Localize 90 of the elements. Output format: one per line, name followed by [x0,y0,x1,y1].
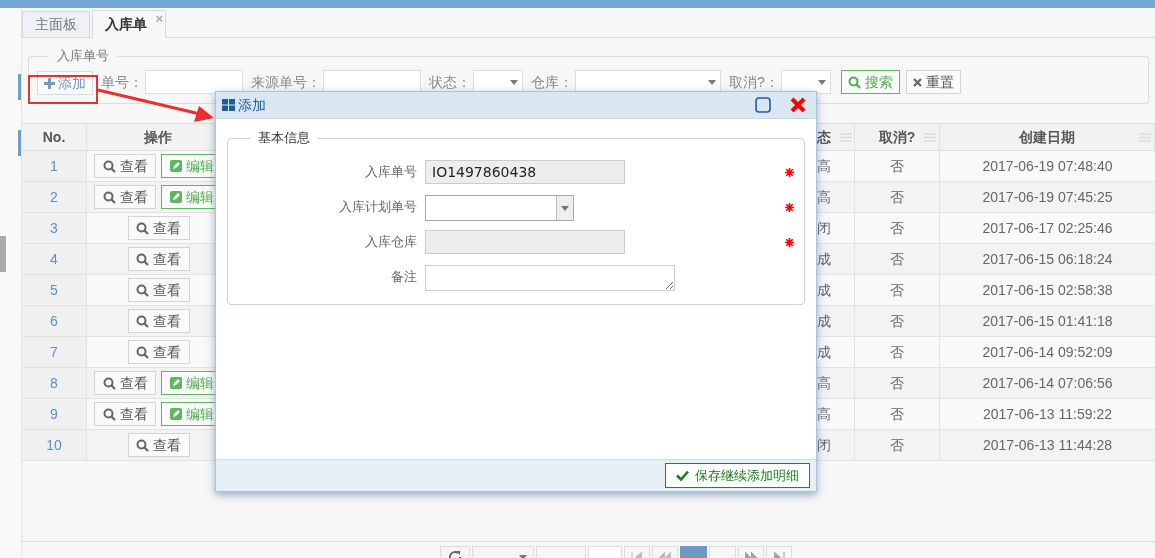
pencil-icon [170,377,182,389]
row-number: 5 [22,275,87,305]
save-button[interactable]: 保存继续添加明细 [665,463,810,488]
required-icon [785,238,794,247]
required-icon [785,168,794,177]
view-button[interactable]: 查看 [127,433,190,457]
tab[interactable]: 入库单 × [92,10,166,38]
table-cell-text: 2017-06-19 07:48:40 [981,156,1114,176]
row-number: 1 [22,151,87,181]
table-cell-text: 2017-06-13 11:44:28 [982,435,1113,455]
view-button[interactable]: 查看 [94,402,156,426]
search-icon [102,407,116,421]
search-icon [847,75,861,89]
reset-button[interactable]: 重置 [905,70,961,94]
form-label: 入库仓库 [364,233,418,251]
row-number: 7 [22,337,87,367]
table-cell-text: 2017-06-17 02:25:46 [981,218,1114,238]
dialog-title: 添加 [238,95,267,115]
column-header: 创建日期 [1019,127,1075,147]
table-cell: 否 [855,213,940,243]
table-cell-text: 2017-06-15 02:58:38 [981,280,1114,300]
pencil-icon [170,408,182,420]
column-header: No. [42,127,66,147]
caret-icon [817,79,826,85]
table-cell: 否 [855,151,940,181]
form-label: 入库单号 [364,163,418,181]
table-cell-text: 2017-06-14 07:06:56 [981,373,1114,393]
view-button[interactable]: 查看 [127,340,190,364]
search-icon [102,190,116,204]
filter-label: 单号： [101,72,143,92]
table-cell-text: 2017-06-19 07:45:25 [981,187,1114,207]
filter-label: 来源单号： [251,72,321,92]
table-cell: 否 [855,368,940,398]
view-button[interactable]: 查看 [127,309,190,333]
row-number: 9 [22,399,87,429]
tab[interactable]: 主面板 [22,11,90,37]
table-cell: 否 [855,244,940,274]
plus-icon [44,77,55,89]
column-header: 取消? [878,127,916,147]
table-cell: 否 [855,306,940,336]
view-button[interactable]: 查看 [94,371,156,395]
close-icon [912,77,922,87]
filter-field[interactable] [323,70,421,94]
filter-label: 取消?： [729,72,779,92]
column-header: 态 [817,127,831,147]
filter-field[interactable] [145,70,243,94]
view-button[interactable]: 查看 [94,154,156,178]
caret-icon [510,79,518,85]
table-cell: 否 [855,399,940,429]
filter-select[interactable] [473,70,523,94]
notes-field[interactable] [425,265,675,291]
column-header: 操作 [143,127,172,147]
search-icon [136,283,149,297]
maximize-button[interactable] [755,97,771,113]
table-cell-text: 2017-06-15 06:18:24 [981,249,1114,269]
filter-label: 状态： [429,72,471,92]
search-icon [136,252,149,266]
pencil-icon [170,191,182,203]
close-button[interactable] [790,97,806,113]
caret-icon [561,205,569,211]
view-button[interactable]: 查看 [127,216,190,240]
search-icon [136,438,149,452]
caret-icon [708,79,716,85]
filter-select[interactable] [575,70,721,94]
filter-label: 仓库： [531,72,573,92]
filter-select[interactable] [780,70,831,94]
search-icon [136,221,149,235]
view-button[interactable]: 查看 [127,278,190,302]
table-cell: 否 [855,430,940,460]
row-number: 3 [22,213,87,243]
grid-icon [222,99,235,111]
table-cell: 否 [855,275,940,305]
required-icon [785,203,794,212]
search-icon [136,345,149,359]
form-label: 备注 [390,268,418,286]
table-cell-text: 2017-06-14 09:52:09 [981,342,1114,362]
pencil-icon [170,160,182,172]
highlight-frame [28,75,98,104]
form-label: 入库计划单号 [338,198,418,216]
table-cell-text: 2017-06-13 11:59:22 [982,404,1113,424]
view-button[interactable]: 查看 [94,185,156,209]
table-cell-text: 2017-06-15 01:41:18 [981,311,1114,331]
select-field[interactable] [425,195,574,221]
check-icon [676,470,689,481]
table-cell: 否 [855,337,940,367]
search-icon [136,314,149,328]
view-button[interactable]: 查看 [127,247,190,271]
search-icon [102,376,116,390]
table-cell: 否 [855,182,940,212]
search-icon [102,159,116,173]
